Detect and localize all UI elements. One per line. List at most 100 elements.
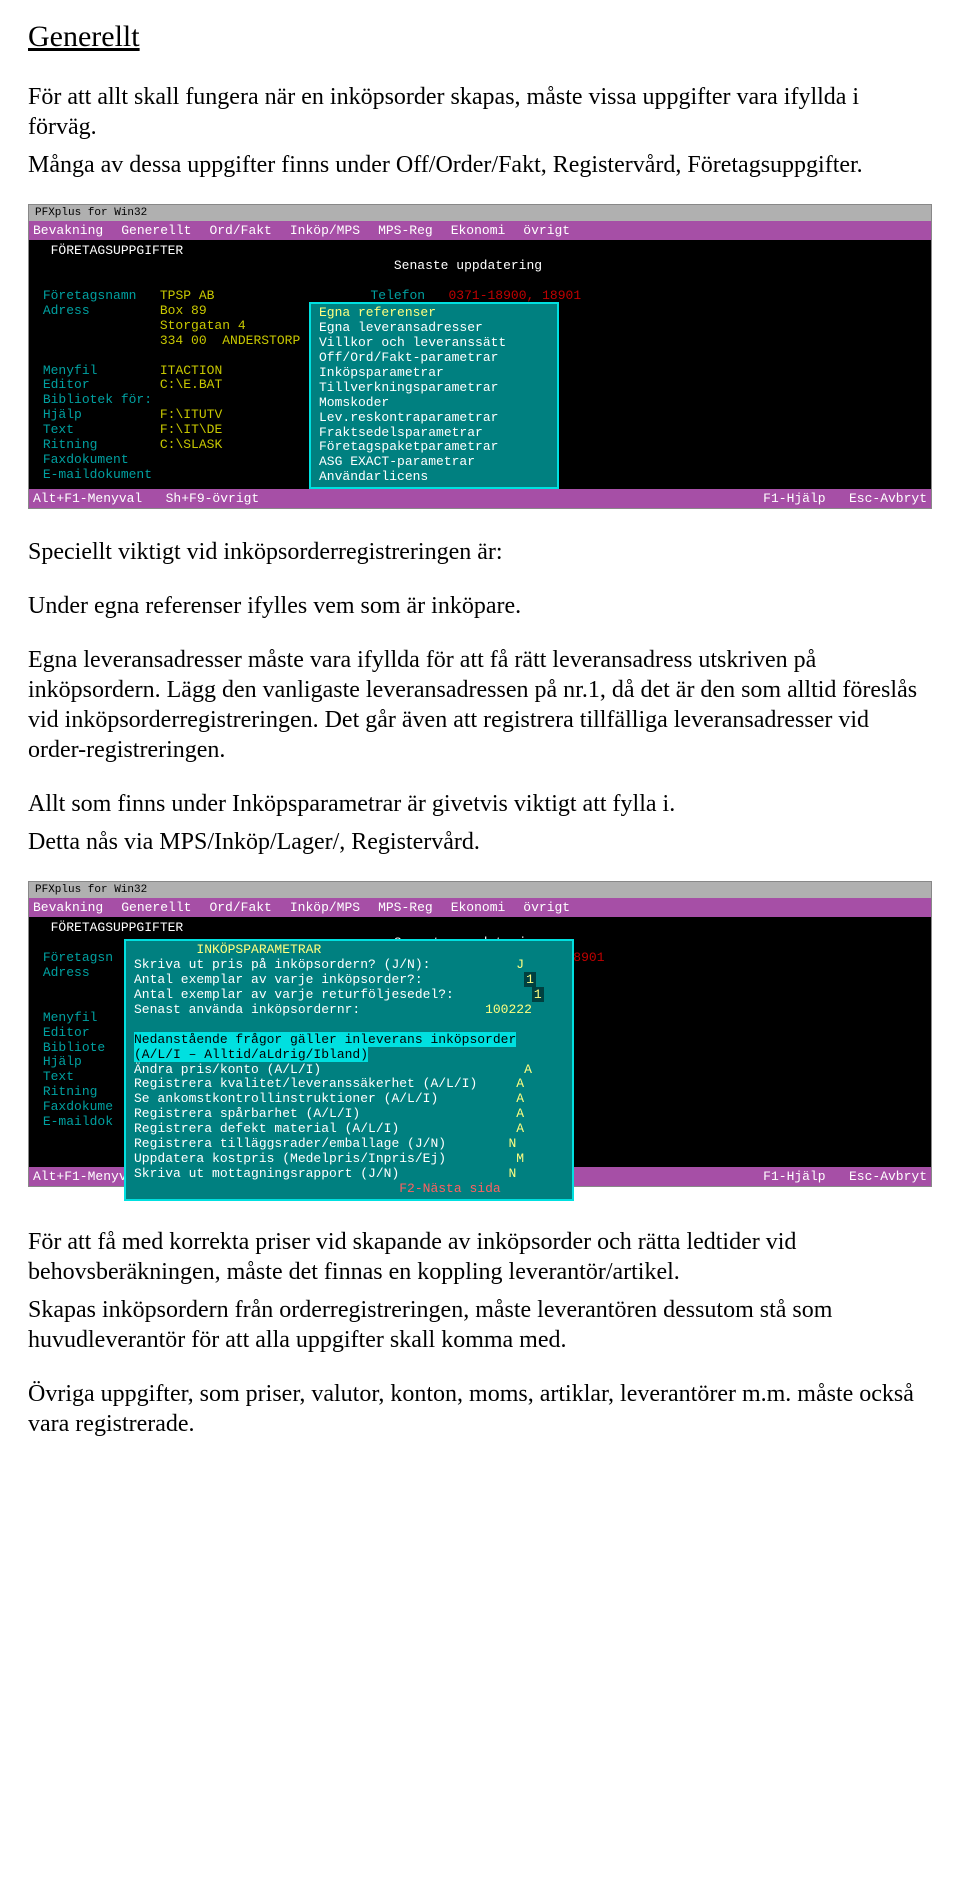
menu-item[interactable]: övrigt bbox=[523, 223, 570, 238]
popup-item[interactable]: Lev.reskontraparametrar bbox=[319, 410, 498, 425]
popup-item[interactable]: Tillverkningsparametrar bbox=[319, 380, 498, 395]
popup-item[interactable]: Off/Ord/Fakt-parametrar bbox=[319, 350, 498, 365]
menubar: Bevakning Generellt Ord/Fakt Inköp/MPS M… bbox=[28, 898, 932, 917]
label: Faxdokume bbox=[43, 1099, 113, 1114]
paragraph: För att allt skall fungera när en inköps… bbox=[28, 82, 932, 142]
label: E-maildok bbox=[43, 1114, 113, 1129]
popup-title: INKÖPSPARAMETRAR bbox=[196, 942, 321, 957]
param-value[interactable]: N bbox=[508, 1166, 516, 1181]
popup-item[interactable]: Företagspaketparametrar bbox=[319, 439, 498, 454]
param-row: Registrera kvalitet/leveranssäkerhet (A/… bbox=[134, 1076, 477, 1091]
param-row: Antal exemplar av varje inköpsorder?: bbox=[134, 972, 423, 987]
popup-title: Egna referenser bbox=[319, 305, 436, 320]
label: Adress bbox=[43, 965, 90, 980]
param-row: Senast använda inköpsordernr: bbox=[134, 1002, 360, 1017]
label: Bibliote bbox=[43, 1040, 105, 1055]
paragraph: Egna leveransadresser måste vara ifyllda… bbox=[28, 645, 932, 765]
popup-item[interactable]: Användarlicens bbox=[319, 469, 428, 484]
label: Ritning bbox=[43, 437, 98, 452]
label: Editor bbox=[43, 1025, 90, 1040]
label: Text bbox=[43, 422, 74, 437]
label: Hjälp bbox=[43, 1054, 82, 1069]
popup-hint: F2-Nästa sida bbox=[399, 1181, 500, 1196]
menu-item[interactable]: Ord/Fakt bbox=[209, 900, 271, 915]
label: Telefon bbox=[370, 288, 425, 303]
window-titlebar: PFXplus for Win32 bbox=[28, 204, 932, 221]
paragraph: Detta nås via MPS/Inköp/Lager/, Register… bbox=[28, 827, 932, 857]
popup-item[interactable]: Momskoder bbox=[319, 395, 389, 410]
label: Hjälp bbox=[43, 407, 82, 422]
popup-item[interactable]: Egna leveransadresser bbox=[319, 320, 483, 335]
menu-item[interactable]: Inköp/MPS bbox=[290, 900, 360, 915]
menu-item[interactable]: MPS-Reg bbox=[378, 900, 433, 915]
param-row: Registrera spårbarhet (A/L/I) bbox=[134, 1106, 360, 1121]
label: Ritning bbox=[43, 1084, 98, 1099]
popup-item[interactable]: Inköpsparametrar bbox=[319, 365, 444, 380]
label: Företagsn bbox=[43, 950, 113, 965]
value: C:\SLASK bbox=[160, 437, 222, 452]
value: ITACTION bbox=[160, 363, 222, 378]
value: C:\E.BAT bbox=[160, 377, 222, 392]
menu-item[interactable]: Bevakning bbox=[33, 900, 103, 915]
menu-item[interactable]: Generellt bbox=[121, 900, 191, 915]
menu-item[interactable]: Ord/Fakt bbox=[209, 223, 271, 238]
value: TPSP AB bbox=[160, 288, 215, 303]
label: Menyfil bbox=[43, 363, 98, 378]
param-row: Skriva ut mottagningsrapport (J/N) bbox=[134, 1166, 399, 1181]
param-value[interactable]: J bbox=[516, 957, 524, 972]
label: Editor bbox=[43, 377, 90, 392]
value: 334 00 ANDERSTORP bbox=[160, 333, 300, 348]
menu-item[interactable]: Generellt bbox=[121, 223, 191, 238]
terminal-body: FÖRETAGSUPPGIFTER Senaste uppdatering Fö… bbox=[28, 917, 932, 1167]
popup-item[interactable]: Villkor och leveranssätt bbox=[319, 335, 506, 350]
right-header: Senaste uppdatering bbox=[394, 258, 542, 273]
param-row: Uppdatera kostpris (Medelpris/Inpris/Ej) bbox=[134, 1151, 446, 1166]
menu-item[interactable]: övrigt bbox=[523, 900, 570, 915]
value: Box 89 bbox=[160, 303, 207, 318]
screen-title: FÖRETAGSUPPGIFTER bbox=[51, 920, 184, 935]
menu-item[interactable]: Ekonomi bbox=[451, 900, 506, 915]
paragraph: Allt som finns under Inköpsparametrar är… bbox=[28, 789, 932, 819]
label: Menyfil bbox=[43, 1010, 98, 1025]
value: Storgatan 4 bbox=[160, 318, 246, 333]
value: F:\ITUTV bbox=[160, 407, 222, 422]
menu-item[interactable]: Ekonomi bbox=[451, 223, 506, 238]
param-value[interactable]: A bbox=[516, 1106, 524, 1121]
statusbar: Alt+F1-Menyval Sh+F9-övrigt F1-Hjälp Esc… bbox=[28, 489, 932, 509]
param-value[interactable]: A bbox=[516, 1091, 524, 1106]
param-value[interactable]: 1 bbox=[532, 987, 544, 1002]
paragraph: Speciellt viktigt vid inköpsorderregistr… bbox=[28, 537, 932, 567]
popup-item[interactable]: Fraktsedelsparametrar bbox=[319, 425, 483, 440]
menu-item[interactable]: Inköp/MPS bbox=[290, 223, 360, 238]
param-note: Nedanstående frågor gäller inleverans in… bbox=[134, 1032, 516, 1047]
param-row: Se ankomstkontrollinstruktioner (A/L/I) bbox=[134, 1091, 438, 1106]
page-heading: Generellt bbox=[28, 20, 932, 54]
label: Text bbox=[43, 1069, 74, 1084]
window-titlebar: PFXplus for Win32 bbox=[28, 881, 932, 898]
param-value[interactable]: A bbox=[524, 1062, 532, 1077]
terminal-screenshot-2: PFXplus for Win32 Bevakning Generellt Or… bbox=[28, 881, 932, 1187]
screen-title: FÖRETAGSUPPGIFTER bbox=[51, 243, 184, 258]
paragraph: Övriga uppgifter, som priser, valutor, k… bbox=[28, 1379, 932, 1439]
menu-item[interactable]: MPS-Reg bbox=[378, 223, 433, 238]
status-right: F1-Hjälp Esc-Avbryt bbox=[763, 491, 927, 506]
param-value[interactable]: 1 bbox=[524, 972, 536, 987]
terminal-body: FÖRETAGSUPPGIFTER Senaste uppdatering Fö… bbox=[28, 240, 932, 489]
param-value[interactable]: N bbox=[508, 1136, 516, 1151]
param-value[interactable]: A bbox=[516, 1076, 524, 1091]
paragraph: Under egna referenser ifylles vem som är… bbox=[28, 591, 932, 621]
label: Faxdokument bbox=[43, 452, 129, 467]
label: Bibliotek för: bbox=[43, 392, 152, 407]
label: Adress bbox=[43, 303, 90, 318]
paragraph: Skapas inköpsordern från orderregistreri… bbox=[28, 1295, 932, 1355]
status-left: Alt+F1-Menyval Sh+F9-övrigt bbox=[33, 491, 259, 506]
paragraph: För att få med korrekta priser vid skapa… bbox=[28, 1227, 932, 1287]
param-row: Registrera defekt material (A/L/I) bbox=[134, 1121, 399, 1136]
param-value[interactable]: 100222 bbox=[485, 1002, 532, 1017]
menu-item[interactable]: Bevakning bbox=[33, 223, 103, 238]
terminal-screenshot-1: PFXplus for Win32 Bevakning Generellt Or… bbox=[28, 204, 932, 509]
param-value[interactable]: A bbox=[516, 1121, 524, 1136]
value: F:\IT\DE bbox=[160, 422, 222, 437]
param-value[interactable]: M bbox=[516, 1151, 524, 1166]
popup-item[interactable]: ASG EXACT-parametrar bbox=[319, 454, 475, 469]
